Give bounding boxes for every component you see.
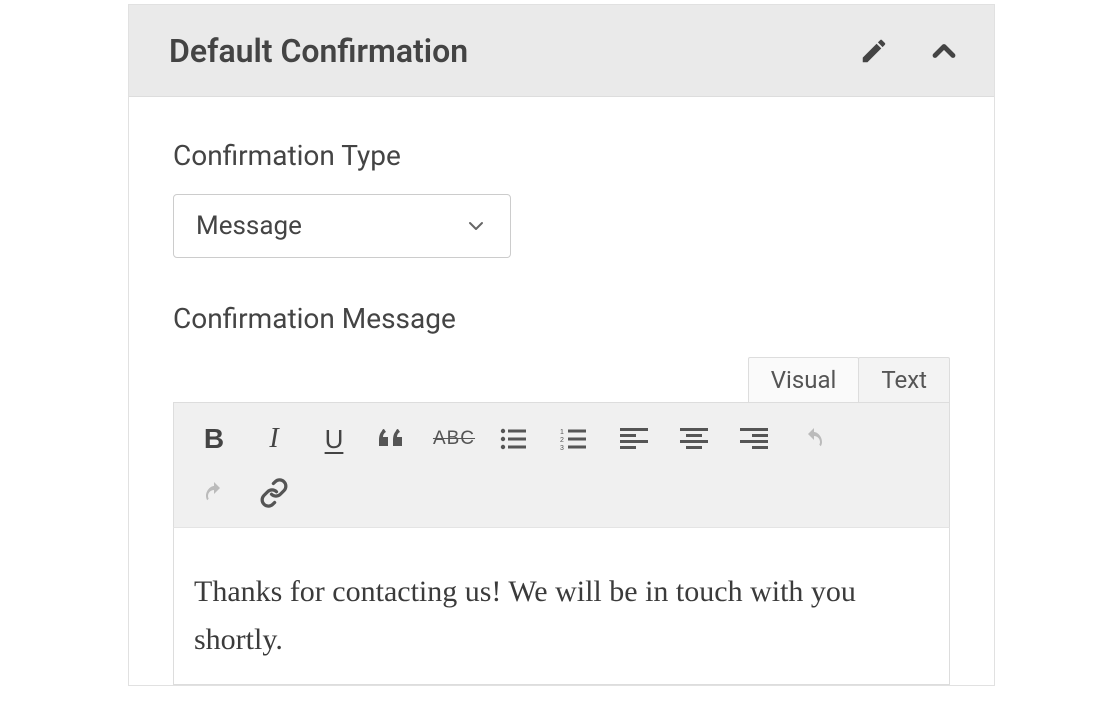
numbered-list-icon: 1 2 3 [560, 427, 588, 451]
align-right-icon [740, 428, 768, 450]
undo-button[interactable] [784, 415, 844, 463]
editor-tabs: Visual Text [173, 357, 950, 402]
edit-button[interactable] [852, 29, 896, 73]
confirmation-message-label: Confirmation Message [173, 302, 950, 335]
editor-text: Thanks for contacting us! We will be in … [194, 568, 929, 664]
strikethrough-button[interactable]: ABC [424, 415, 484, 463]
chevron-up-icon [926, 33, 962, 69]
confirmation-type-select[interactable]: Message [173, 194, 511, 258]
bullet-list-icon [500, 427, 528, 451]
align-left-button[interactable] [604, 415, 664, 463]
numbered-list-button[interactable]: 1 2 3 [544, 415, 604, 463]
italic-button[interactable]: I [244, 415, 304, 463]
redo-icon [200, 481, 228, 505]
underline-icon: U [325, 424, 344, 455]
chevron-down-icon [464, 214, 488, 238]
editor-content-area[interactable]: Thanks for contacting us! We will be in … [173, 528, 950, 685]
panel-header: Default Confirmation [129, 5, 994, 97]
panel-body: Confirmation Type Message Confirmation M… [129, 97, 994, 685]
bullet-list-button[interactable] [484, 415, 544, 463]
blockquote-button[interactable] [364, 415, 424, 463]
panel-title: Default Confirmation [169, 32, 468, 70]
select-value: Message [196, 211, 302, 241]
editor: Visual Text B I U ABC [173, 357, 950, 685]
tab-text[interactable]: Text [858, 357, 950, 402]
confirmation-panel: Default Confirmation Confirmation Type M… [128, 4, 995, 686]
align-center-button[interactable] [664, 415, 724, 463]
header-actions [852, 29, 966, 73]
collapse-button[interactable] [922, 29, 966, 73]
editor-toolbar: B I U ABC 1 [173, 402, 950, 528]
pencil-icon [859, 36, 889, 66]
strikethrough-icon: ABC [433, 428, 475, 450]
quote-icon [379, 427, 409, 451]
align-center-icon [680, 428, 708, 450]
svg-text:3: 3 [560, 445, 564, 451]
bold-button[interactable]: B [184, 415, 244, 463]
underline-button[interactable]: U [304, 415, 364, 463]
tab-visual[interactable]: Visual [748, 357, 860, 402]
link-button[interactable] [244, 469, 304, 517]
svg-text:2: 2 [560, 437, 564, 444]
link-icon [259, 478, 289, 508]
bold-icon: B [204, 423, 224, 455]
align-right-button[interactable] [724, 415, 784, 463]
undo-icon [800, 427, 828, 451]
italic-icon: I [269, 423, 278, 455]
svg-text:1: 1 [560, 429, 564, 436]
align-left-icon [620, 428, 648, 450]
confirmation-type-label: Confirmation Type [173, 139, 950, 172]
redo-button[interactable] [184, 469, 244, 517]
